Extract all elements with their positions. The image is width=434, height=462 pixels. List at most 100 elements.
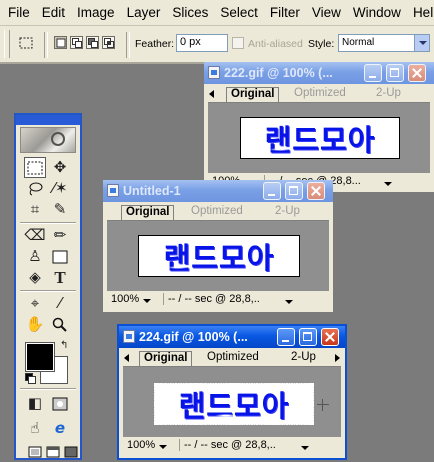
document-icon (107, 184, 119, 197)
type-tool-icon[interactable]: T (49, 267, 71, 288)
status-bar: 100% -- / -- sec @ 28,8,.. (123, 437, 341, 455)
chevron-down-icon[interactable] (414, 34, 430, 52)
menu-help[interactable]: Help (407, 5, 434, 20)
tab-2-up[interactable]: 2-Up (372, 87, 405, 102)
eraser-tool-icon[interactable]: ⌫ (24, 225, 46, 246)
crop-tool-icon[interactable]: ⌗ (24, 199, 46, 220)
clone-stamp-icon[interactable]: ♙ (24, 246, 46, 267)
menu-window[interactable]: Window (347, 5, 407, 20)
feather-input[interactable]: 0 px (176, 34, 228, 52)
chevron-down-icon[interactable] (384, 182, 392, 186)
image-text: 랜드모아 (163, 241, 275, 275)
eyedropper-icon[interactable]: ⁄ (49, 293, 71, 314)
hand-tool-icon[interactable]: ✋ (24, 314, 46, 335)
tab-optimized[interactable]: Optimized (187, 205, 247, 220)
screen-mode-full-icon[interactable] (60, 441, 82, 462)
image-canvas[interactable]: 랜드모아 (240, 117, 400, 159)
window-title: Untitled-1 (123, 184, 181, 198)
chevron-down-icon[interactable] (301, 446, 309, 450)
crosshair-cursor-icon (317, 399, 329, 411)
document-icon (208, 66, 220, 79)
toolbox-title-bar[interactable] (16, 115, 80, 125)
view-tabs: Original Optimized 2-Up (208, 86, 430, 103)
style-select[interactable]: Normal (338, 34, 430, 52)
move-tool-icon[interactable]: ✥ (49, 157, 71, 178)
image-canvas[interactable]: 랜드모아 (154, 383, 314, 425)
minimize-button[interactable] (263, 182, 281, 200)
paint-bucket-icon[interactable]: ◈ (24, 267, 46, 288)
minimize-button[interactable] (277, 328, 295, 346)
zoom-level[interactable]: 100% (111, 293, 152, 305)
subtract-selection-icon[interactable] (86, 36, 99, 49)
browser-e-icon[interactable]: e (49, 418, 71, 439)
menu-filter[interactable]: Filter (264, 5, 306, 20)
brush-tool-icon[interactable]: ✏ (49, 225, 71, 246)
rect-marquee-icon[interactable] (18, 35, 34, 51)
menu-slices[interactable]: Slices (166, 5, 214, 20)
close-button[interactable] (321, 328, 339, 346)
tab-optimized[interactable]: Optimized (290, 87, 350, 102)
close-button[interactable] (408, 64, 426, 82)
quick-mask-icon[interactable] (49, 393, 71, 414)
maximize-button[interactable] (285, 182, 303, 200)
tab-2-up[interactable]: 2-Up (287, 351, 320, 366)
add-selection-icon[interactable] (70, 36, 83, 49)
download-time[interactable]: -- / -- sec @ 28,8,.. (163, 293, 260, 305)
minimize-button[interactable] (364, 64, 382, 82)
hand-cursor-icon[interactable]: ☝ (24, 418, 46, 439)
window-title-bar[interactable]: 224.gif @ 100% (... (119, 326, 345, 348)
sparkle-icon (269, 148, 291, 151)
anti-aliased-checkbox[interactable] (232, 37, 244, 49)
menu-select[interactable]: Select (214, 5, 264, 20)
slice-tool-icon[interactable]: ✎ (49, 199, 71, 220)
crop-alt-icon[interactable]: ⌖ (24, 293, 46, 314)
marquee-tool-icon[interactable] (24, 157, 46, 178)
menu-bar: File Edit Image Layer Slices Select Filt… (0, 0, 434, 26)
intersect-selection-icon[interactable] (102, 36, 115, 49)
canvas-area[interactable]: 랜드모아 (208, 103, 430, 173)
close-button[interactable] (307, 182, 325, 200)
zoom-level[interactable]: 100% (127, 439, 168, 451)
maximize-button[interactable] (386, 64, 404, 82)
menu-file[interactable]: File (2, 5, 36, 20)
menu-edit[interactable]: Edit (36, 5, 71, 20)
window-title-bar[interactable]: Untitled-1 (103, 180, 333, 202)
menu-view[interactable]: View (306, 5, 347, 20)
tab-2-up[interactable]: 2-Up (271, 205, 304, 220)
standard-mode-icon[interactable]: ◧ (24, 393, 46, 414)
tab-scroll-left-icon[interactable] (124, 354, 129, 362)
maximize-button[interactable] (299, 328, 317, 346)
canvas-area[interactable]: 랜드모아 (107, 221, 329, 291)
canvas-area[interactable]: 랜드모아 (123, 367, 341, 437)
tab-optimized[interactable]: Optimized (203, 351, 263, 366)
photoshop-logo-icon[interactable] (20, 127, 76, 153)
chevron-down-icon[interactable] (285, 300, 293, 304)
menu-layer[interactable]: Layer (121, 5, 167, 20)
tab-scroll-right-icon[interactable] (335, 354, 340, 362)
tab-original[interactable]: Original (121, 205, 175, 220)
image-text: 랜드모아 (264, 123, 376, 157)
image-text: 랜드모아 (178, 389, 290, 423)
style-select-value: Normal (342, 37, 375, 48)
swap-colors-icon[interactable]: ↰ (60, 340, 68, 351)
menu-image[interactable]: Image (71, 5, 121, 20)
foreground-color-swatch[interactable] (25, 342, 55, 372)
image-canvas[interactable]: 랜드모아 (138, 235, 300, 277)
download-time[interactable]: -- / -- sec @ 28,8,.. (179, 439, 276, 451)
tab-original[interactable]: Original (139, 351, 193, 366)
default-colors-icon[interactable] (25, 373, 36, 384)
zoom-tool-icon[interactable] (49, 314, 71, 335)
tab-original[interactable]: Original (226, 87, 280, 102)
document-window-224: 224.gif @ 100% (... Original Optimized 2… (117, 324, 347, 460)
sparkle-icon (167, 266, 189, 269)
options-bar: Feather: 0 px Anti-aliased Style: Normal (0, 26, 434, 64)
magic-wand-icon[interactable]: ⁄✶ (49, 178, 71, 199)
options-separator (126, 32, 130, 58)
gradient-tool-icon[interactable] (49, 246, 71, 267)
options-grip[interactable] (4, 30, 10, 58)
window-title-bar[interactable]: 222.gif @ 100% (... (204, 62, 434, 84)
window-title: 222.gif @ 100% (... (224, 66, 333, 80)
lasso-tool-icon[interactable] (24, 178, 46, 199)
new-selection-icon[interactable] (54, 36, 67, 49)
tab-scroll-left-icon[interactable] (209, 90, 214, 98)
